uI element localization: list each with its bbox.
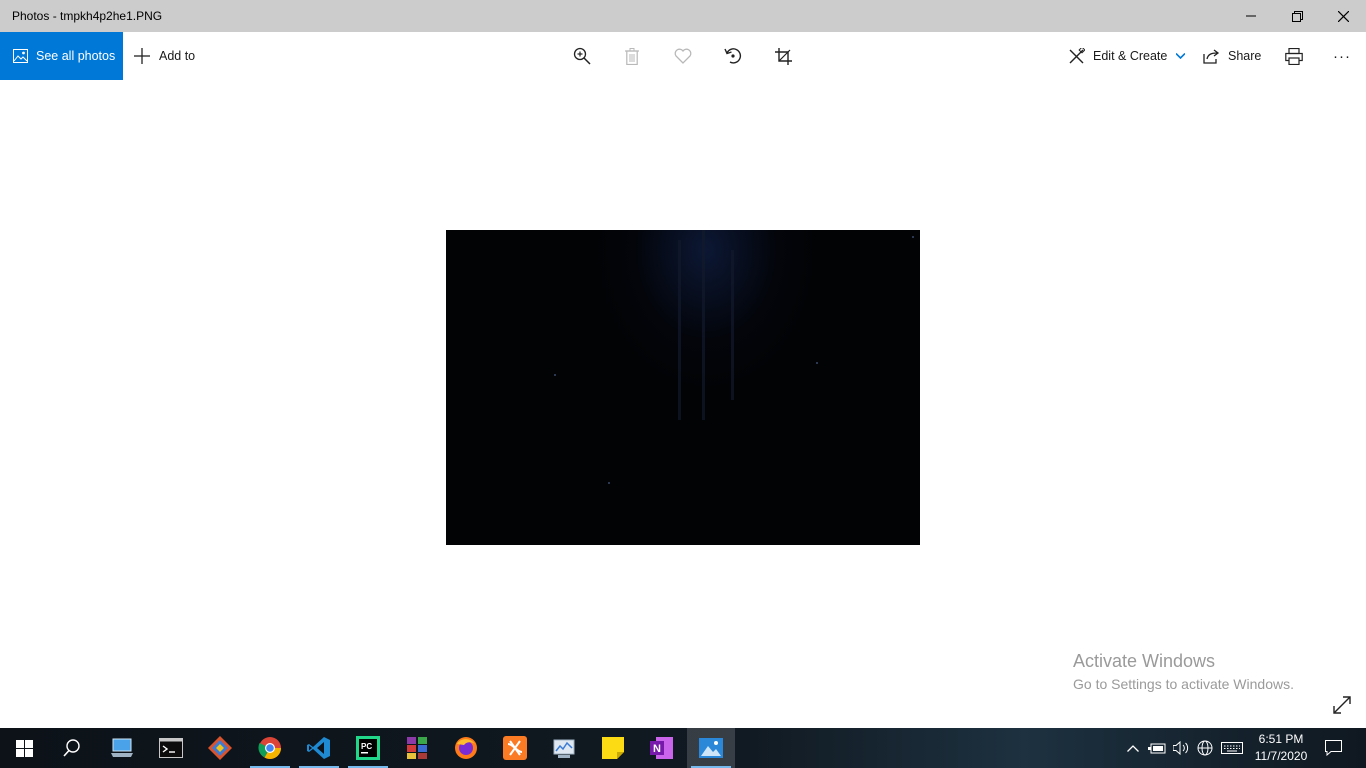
vs-code-icon (307, 737, 330, 759)
svg-text:N: N (653, 743, 661, 755)
share-button[interactable]: Share (1203, 32, 1261, 80)
taskbar-git-gui[interactable] (196, 728, 244, 768)
taskbar-onenote[interactable]: N (638, 728, 686, 768)
title-bar: Photos - tmpkh4p2he1.PNG (0, 0, 1366, 32)
window-title: Photos - tmpkh4p2he1.PNG (12, 9, 163, 23)
minimize-button[interactable] (1228, 0, 1274, 32)
print-icon[interactable] (1282, 44, 1306, 68)
see-all-photos-label: See all photos (36, 49, 116, 63)
taskbar-photos[interactable] (687, 728, 735, 768)
start-button[interactable] (0, 728, 48, 768)
taskbar-xampp[interactable] (491, 728, 539, 768)
crop-icon[interactable] (771, 44, 795, 68)
edit-icon (1068, 47, 1085, 65)
add-to-label: Add to (159, 49, 196, 63)
tree-trunk (678, 240, 681, 420)
notifications-button[interactable] (1318, 728, 1348, 768)
taskbar-command-prompt[interactable] (147, 728, 195, 768)
xampp-icon (503, 736, 527, 760)
taskbar-chrome[interactable] (246, 728, 294, 768)
show-hidden-icons-button[interactable] (1124, 728, 1142, 768)
chevron-up-icon (1127, 744, 1139, 752)
tree-trunk (731, 250, 734, 400)
taskbar-winrar[interactable] (393, 728, 441, 768)
see-all-photos-button[interactable]: See all photos (0, 32, 123, 80)
windows-logo-icon (15, 739, 33, 757)
photo-speck (912, 236, 914, 238)
onenote-icon: N (650, 737, 673, 759)
rotate-icon[interactable] (721, 44, 745, 68)
photos-icon (13, 49, 28, 63)
winrar-icon (407, 737, 427, 759)
pycharm-icon: PC (356, 736, 380, 760)
command-prompt-icon (159, 738, 183, 758)
network-globe-icon[interactable] (1195, 728, 1215, 768)
control-panel-icon (553, 739, 575, 758)
photo-image (446, 230, 920, 545)
firefox-icon (455, 737, 477, 759)
more-options-button[interactable]: ··· (1333, 32, 1351, 80)
sticky-notes-icon (602, 737, 624, 759)
taskbar-this-pc[interactable] (98, 728, 146, 768)
svg-text:PC: PC (361, 742, 372, 751)
taskbar-sticky-notes[interactable] (589, 728, 637, 768)
photo-speck (608, 482, 610, 484)
close-icon (1337, 10, 1349, 22)
watermark-subtitle: Go to Settings to activate Windows. (1073, 676, 1294, 692)
tree-trunk (702, 230, 705, 420)
chrome-icon (258, 737, 281, 759)
photos-app-icon (699, 738, 723, 758)
delete-icon[interactable] (620, 44, 644, 68)
taskbar-pycharm[interactable]: PC (344, 728, 392, 768)
this-pc-icon (111, 738, 133, 757)
chevron-down-icon (1176, 53, 1186, 59)
share-icon (1203, 48, 1220, 64)
edit-create-label: Edit & Create (1093, 49, 1168, 63)
volume-icon[interactable] (1171, 728, 1191, 768)
git-gui-icon (208, 736, 232, 760)
fullscreen-expand-icon[interactable] (1330, 693, 1354, 717)
watermark-title: Activate Windows (1073, 651, 1216, 671)
plus-icon (134, 48, 150, 64)
edit-create-button[interactable]: Edit & Create (1068, 32, 1186, 80)
keyboard-icon[interactable] (1219, 728, 1245, 768)
favorite-icon[interactable] (671, 44, 695, 68)
clock[interactable]: 6:51 PM 11/7/2020 (1248, 728, 1314, 768)
taskbar-vs-code[interactable] (295, 728, 343, 768)
add-to-button[interactable]: Add to (134, 32, 195, 80)
restore-icon (1291, 10, 1303, 22)
taskbar-firefox[interactable] (442, 728, 490, 768)
taskbar-control-panel[interactable] (540, 728, 588, 768)
share-label: Share (1228, 49, 1262, 63)
restore-button[interactable] (1274, 0, 1320, 32)
photo-speck (554, 374, 556, 376)
toolbar: See all photos Add to Edit & Create Shar… (0, 32, 1366, 80)
taskbar: PC N 6:51 PM 11/7/2020 (0, 728, 1366, 768)
clock-time: 6:51 PM (1258, 732, 1304, 746)
photo-glow (596, 230, 816, 390)
close-button[interactable] (1320, 0, 1366, 32)
action-center-icon (1324, 740, 1342, 756)
battery-icon[interactable] (1146, 728, 1168, 768)
search-button[interactable] (48, 728, 96, 768)
clock-date: 11/7/2020 (1254, 749, 1308, 763)
minimize-icon (1246, 15, 1256, 17)
search-icon (63, 739, 80, 757)
zoom-in-icon[interactable] (570, 44, 594, 68)
photo-speck (816, 362, 818, 364)
activate-windows-watermark: Activate Windows Go to Settings to activ… (1073, 651, 1294, 692)
